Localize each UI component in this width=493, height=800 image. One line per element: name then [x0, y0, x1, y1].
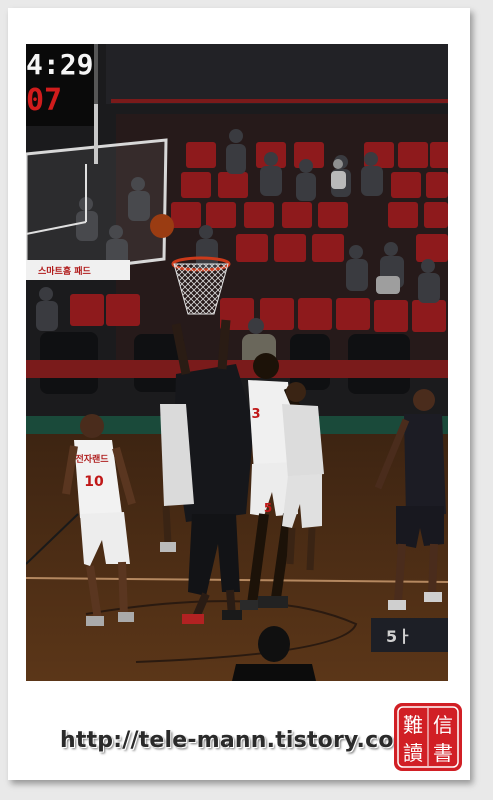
shot-clock: 4:29 07 [26, 44, 98, 126]
basketball-scene: 4:29 07 스마트홈 패드 5ㅏ 전자랜드 10 3 5 [26, 44, 448, 681]
ad-board-text: 스마트홈 패드 [38, 265, 92, 277]
basketball-photo: 4:29 07 스마트홈 패드 5ㅏ 전자랜드 10 3 5 [26, 44, 448, 681]
seal-char-2: 信 [433, 713, 453, 737]
seal-char-4: 書 [433, 741, 453, 765]
player-5-number: 5 [264, 501, 272, 515]
svg-text:5ㅏ: 5ㅏ [386, 627, 412, 646]
player-10-team: 전자랜드 [75, 453, 109, 465]
seal-char-3: 讀 [403, 741, 423, 765]
player-10-number: 10 [84, 474, 104, 490]
scoreboard-time: 4:29 [26, 48, 93, 81]
seal-graphic: 難 信 讀 書 [394, 703, 462, 771]
red-seal-stamp: 難 信 讀 書 [393, 702, 463, 772]
seal-char-1: 難 [403, 713, 423, 737]
watermark-url: http://tele-mann.tistory.com [60, 728, 417, 753]
scoreboard-score: 07 [26, 83, 62, 118]
player-3-number: 3 [251, 407, 260, 422]
